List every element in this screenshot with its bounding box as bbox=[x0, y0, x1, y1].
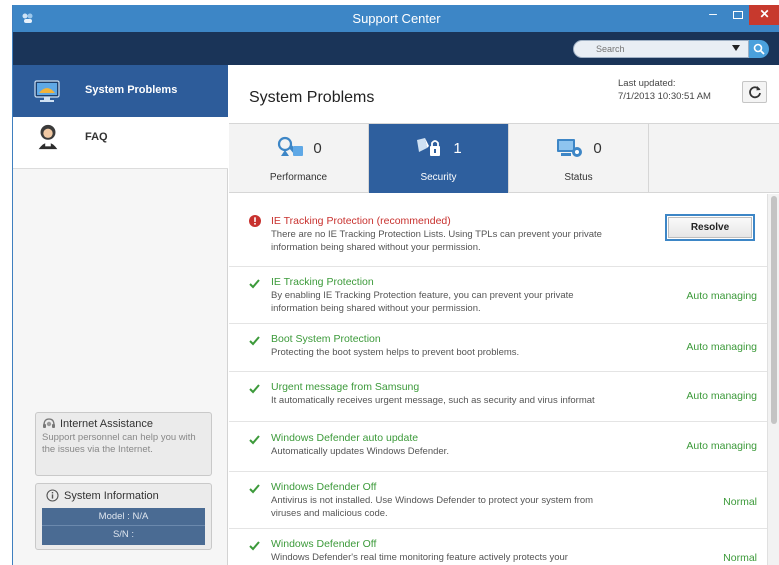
item-status: Normal bbox=[723, 552, 757, 564]
system-information-title: System Information bbox=[64, 489, 159, 502]
error-icon bbox=[249, 215, 261, 227]
search-box bbox=[573, 40, 749, 58]
tab-label: Status bbox=[564, 172, 593, 183]
maximize-icon bbox=[733, 11, 743, 19]
internet-assistance-description: Support personnel can help you with the … bbox=[42, 432, 196, 455]
window-title: Support Center bbox=[352, 11, 441, 26]
list-item: Windows Defender Off Antivirus is not in… bbox=[229, 472, 767, 529]
check-icon bbox=[249, 435, 260, 445]
sidebar-item-faq[interactable]: FAQ bbox=[13, 117, 228, 169]
item-title: IE Tracking Protection (recommended) bbox=[271, 215, 451, 227]
model-value: Model : N/A bbox=[42, 508, 205, 526]
sidebar-item-label: System Problems bbox=[85, 84, 178, 96]
check-icon bbox=[249, 384, 260, 394]
last-updated: Last updated: 7/1/2013 10:30:51 AM bbox=[618, 77, 711, 103]
check-icon bbox=[249, 541, 260, 551]
security-count: 1 bbox=[453, 139, 462, 157]
internet-assistance-panel[interactable]: Internet Assistance Support personnel ca… bbox=[35, 412, 212, 476]
performance-count: 0 bbox=[313, 139, 322, 157]
support-center-window: Support Center – ✕ System Probl bbox=[12, 5, 779, 565]
tab-status[interactable]: 0 Status bbox=[509, 124, 649, 193]
item-status: Auto managing bbox=[686, 290, 757, 302]
search-input[interactable] bbox=[596, 41, 726, 57]
search-icon bbox=[753, 43, 765, 55]
check-icon bbox=[249, 279, 260, 289]
item-title: Windows Defender Off bbox=[271, 481, 377, 493]
system-information-details: Model : N/A S/N : bbox=[42, 508, 205, 545]
tab-label: Performance bbox=[269, 172, 328, 183]
check-icon bbox=[249, 484, 260, 494]
list-item: IE Tracking Protection By enabling IE Tr… bbox=[229, 267, 767, 324]
search-button[interactable] bbox=[749, 40, 769, 58]
item-description: Windows Defender's real time monitoring … bbox=[271, 552, 568, 563]
close-icon: ✕ bbox=[759, 7, 770, 21]
item-title: Urgent message from Samsung bbox=[271, 381, 420, 393]
item-description: There are no IE Tracking Protection List… bbox=[271, 229, 602, 253]
item-description: Antivirus is not installed. Use Windows … bbox=[271, 495, 594, 519]
sidebar: System Problems FAQ Internet Assistance bbox=[13, 65, 228, 565]
tab-performance[interactable]: 0 Performance bbox=[229, 124, 369, 193]
serial-number-value: S/N : bbox=[112, 529, 135, 540]
system-information-panel: System Information Model : N/A S/N : bbox=[35, 483, 212, 550]
title-bar: Support Center – ✕ bbox=[13, 5, 779, 32]
internet-assistance-title: Internet Assistance bbox=[60, 418, 153, 430]
performance-icon bbox=[278, 136, 304, 156]
refresh-button[interactable] bbox=[742, 81, 767, 103]
info-icon bbox=[46, 489, 59, 502]
item-status: Auto managing bbox=[686, 440, 757, 452]
list-item: IE Tracking Protection (recommended) The… bbox=[229, 194, 767, 267]
main-panel: System Problems Last updated: 7/1/2013 1… bbox=[229, 65, 779, 565]
refresh-icon bbox=[749, 86, 761, 99]
category-tabs: 0 Performance 1 Security 0 Status bbox=[229, 123, 779, 193]
item-description: By enabling IE Tracking Protection featu… bbox=[271, 290, 574, 314]
check-icon bbox=[249, 336, 260, 346]
minimize-button[interactable]: – bbox=[699, 5, 727, 25]
headset-icon bbox=[43, 418, 55, 428]
item-status: Normal bbox=[723, 496, 757, 508]
last-updated-label: Last updated: bbox=[618, 78, 676, 89]
status-icon bbox=[557, 139, 583, 157]
item-status: Auto managing bbox=[686, 341, 757, 353]
item-title: Windows Defender Off bbox=[271, 538, 377, 550]
problem-list: IE Tracking Protection (recommended) The… bbox=[229, 194, 767, 565]
tab-security[interactable]: 1 Security bbox=[369, 124, 509, 193]
item-status: Auto managing bbox=[686, 390, 757, 402]
sidebar-item-label: FAQ bbox=[85, 131, 108, 143]
scrollbar[interactable] bbox=[767, 194, 779, 565]
item-title: IE Tracking Protection bbox=[271, 276, 374, 288]
item-title: Boot System Protection bbox=[271, 333, 381, 345]
status-count: 0 bbox=[593, 139, 602, 157]
search-dropdown-icon[interactable] bbox=[732, 45, 740, 51]
close-button[interactable]: ✕ bbox=[749, 5, 779, 25]
scrollbar-thumb[interactable] bbox=[771, 196, 777, 424]
tab-label: Security bbox=[420, 172, 457, 183]
search-bar bbox=[13, 32, 779, 65]
list-item: Windows Defender Off Windows Defender's … bbox=[229, 529, 767, 565]
resolve-button[interactable]: Resolve bbox=[665, 214, 755, 241]
list-item: Urgent message from Samsung It automatic… bbox=[229, 372, 767, 422]
item-description: It automatically receives urgent message… bbox=[271, 395, 595, 406]
maximize-button[interactable] bbox=[727, 5, 749, 25]
item-description: Protecting the boot system helps to prev… bbox=[271, 347, 520, 358]
sidebar-item-system-problems[interactable]: System Problems bbox=[13, 65, 228, 117]
resolve-button-label: Resolve bbox=[668, 217, 752, 238]
page-title: System Problems bbox=[249, 89, 375, 106]
item-description: Automatically updates Windows Defender. bbox=[271, 446, 449, 457]
list-item: Boot System Protection Protecting the bo… bbox=[229, 324, 767, 372]
last-updated-value: 7/1/2013 10:30:51 AM bbox=[618, 91, 711, 102]
monitor-alert-icon bbox=[34, 80, 60, 102]
security-icon bbox=[417, 138, 441, 156]
person-question-icon bbox=[38, 124, 58, 150]
list-item: Windows Defender auto update Automatical… bbox=[229, 422, 767, 472]
item-title: Windows Defender auto update bbox=[271, 432, 419, 444]
